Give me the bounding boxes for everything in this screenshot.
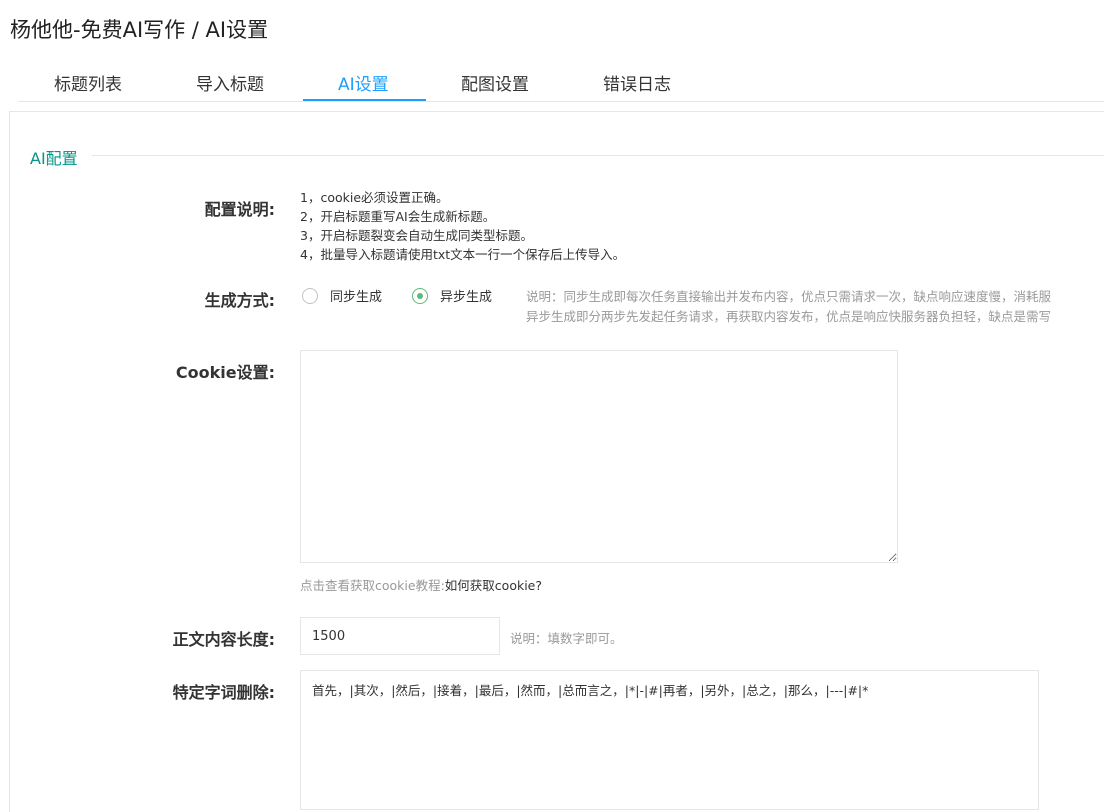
radio-async-generation[interactable]: 异步生成 (412, 286, 492, 305)
page-title: 杨他他-免费AI写作 / AI设置 (10, 18, 269, 42)
legend-divider (92, 155, 1104, 156)
cookie-help: 点击查看获取cookie教程:如何获取cookie? (300, 575, 542, 594)
active-tab-indicator (303, 99, 426, 101)
word-removal-textarea[interactable]: 首先，|其次，|然后，|接着，|最后，|然而，|总而言之，|*|-|#|再者，|… (300, 670, 1039, 810)
word-removal-label: 特定字词删除: (172, 683, 275, 702)
content-length-note: 说明：填数字即可。 (510, 631, 623, 646)
cookie-textarea[interactable] (300, 350, 898, 563)
tab-title-list[interactable]: 标题列表 (54, 70, 122, 95)
generation-label: 生成方式: (204, 291, 275, 310)
radio-circle-icon (302, 287, 318, 304)
config-desc-line: 1，cookie必须设置正确。 (300, 190, 449, 205)
cookie-label: Cookie设置: (175, 363, 275, 382)
content-length-label: 正文内容长度: (172, 630, 275, 649)
radio-sync-generation[interactable]: 同步生成 (302, 286, 382, 305)
generation-note-line: 说明：同步生成即每次任务直接输出并发布内容，优点只需请求一次，缺点响应速度慢，消… (526, 289, 1052, 304)
radio-label: 异步生成 (440, 290, 493, 305)
content-length-input[interactable] (300, 617, 500, 655)
config-desc-line: 3，开启标题裂变会自动生成同类型标题。 (300, 228, 533, 243)
section-legend: AI配置 (30, 145, 86, 169)
cookie-help-hint: 点击查看获取cookie教程: (300, 578, 445, 593)
config-desc-label: 配置说明: (204, 200, 275, 219)
generation-note-line: 异步生成即分两步先发起任务请求，再获取内容发布，优点是响应快服务器负担轻，缺点是… (526, 309, 1052, 324)
tab-bar (18, 60, 1104, 102)
radio-label: 同步生成 (330, 290, 383, 305)
tab-error-log[interactable]: 错误日志 (603, 70, 671, 95)
generation-note: 说明：同步生成即每次任务直接输出并发布内容，优点只需请求一次，缺点响应速度慢，消… (526, 287, 1104, 327)
tab-ai-settings[interactable]: AI设置 (338, 70, 389, 95)
config-desc-list: 1，cookie必须设置正确。 2，开启标题重写AI会生成新标题。 3，开启标题… (300, 188, 625, 264)
radio-checked-icon (412, 287, 428, 304)
config-desc-line: 4，批量导入标题请使用txt文本一行一个保存后上传导入。 (300, 247, 626, 262)
cookie-help-link[interactable]: 如何获取cookie? (445, 578, 542, 593)
tab-import-titles[interactable]: 导入标题 (196, 70, 264, 95)
config-desc-line: 2，开启标题重写AI会生成新标题。 (300, 209, 496, 224)
tab-image-settings[interactable]: 配图设置 (461, 70, 529, 95)
